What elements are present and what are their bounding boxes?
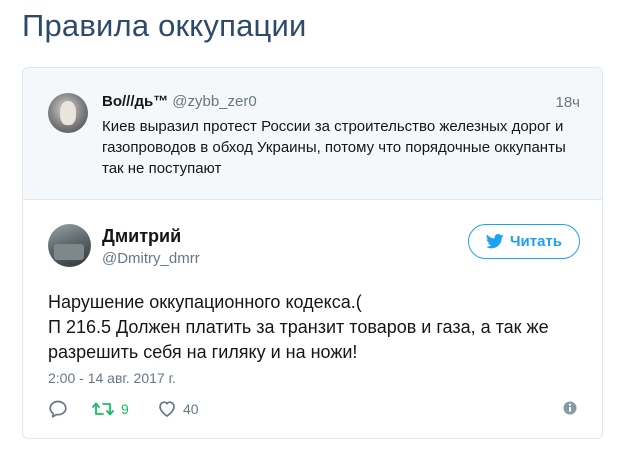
retweet-count: 9: [121, 401, 129, 417]
follow-button-label: Читать: [509, 233, 563, 250]
tweet-text-line: П 216.5 Должен платить за транзит товаро…: [48, 317, 549, 337]
info-icon: [563, 401, 577, 415]
like-button[interactable]: 40: [157, 399, 199, 419]
author-handle[interactable]: @Dmitry_dmrr: [102, 250, 200, 267]
follow-button[interactable]: Читать: [468, 224, 580, 259]
twitter-bird-icon: [485, 234, 504, 249]
tweet-actions: 9 40: [48, 399, 583, 421]
tweet-date[interactable]: 2:00 - 14 авг. 2017 г.: [48, 370, 176, 386]
tweet-text: Нарушение оккупационного кодекса.( П 216…: [48, 290, 588, 365]
reply-icon: [49, 400, 67, 418]
tweet-card: Во///дь™ @zybb_zer0 18ч Киев выразил прот…: [22, 67, 603, 439]
quoted-tweet-text: Киев выразил протест России за строитель…: [102, 118, 566, 177]
like-count: 40: [183, 401, 199, 417]
heart-icon: [159, 401, 175, 417]
author-avatar[interactable]: [48, 224, 91, 267]
page-title: Правила оккупации: [22, 8, 307, 43]
quoted-tweet-time[interactable]: 18ч: [556, 94, 581, 111]
quoted-author[interactable]: Во///дь™ @zybb_zer0: [102, 93, 257, 110]
reply-button[interactable]: [48, 399, 68, 419]
tweet-text-line: Нарушение оккупационного кодекса.(: [48, 292, 362, 312]
retweet-icon: [92, 402, 114, 416]
quoted-author-handle[interactable]: @zybb_zer0: [172, 93, 256, 110]
info-button[interactable]: [561, 399, 579, 417]
tweet-text-line: разрешить себя на гиляку и на ножи!: [48, 342, 358, 362]
quoted-author-name[interactable]: Во///дь™: [102, 93, 168, 110]
retweet-button[interactable]: 9: [91, 399, 129, 419]
quoted-tweet[interactable]: Во///дь™ @zybb_zer0 18ч Киев выразил прот…: [23, 68, 602, 200]
quoted-author-avatar[interactable]: [48, 93, 88, 133]
author-name[interactable]: Дмитрий: [102, 226, 181, 247]
